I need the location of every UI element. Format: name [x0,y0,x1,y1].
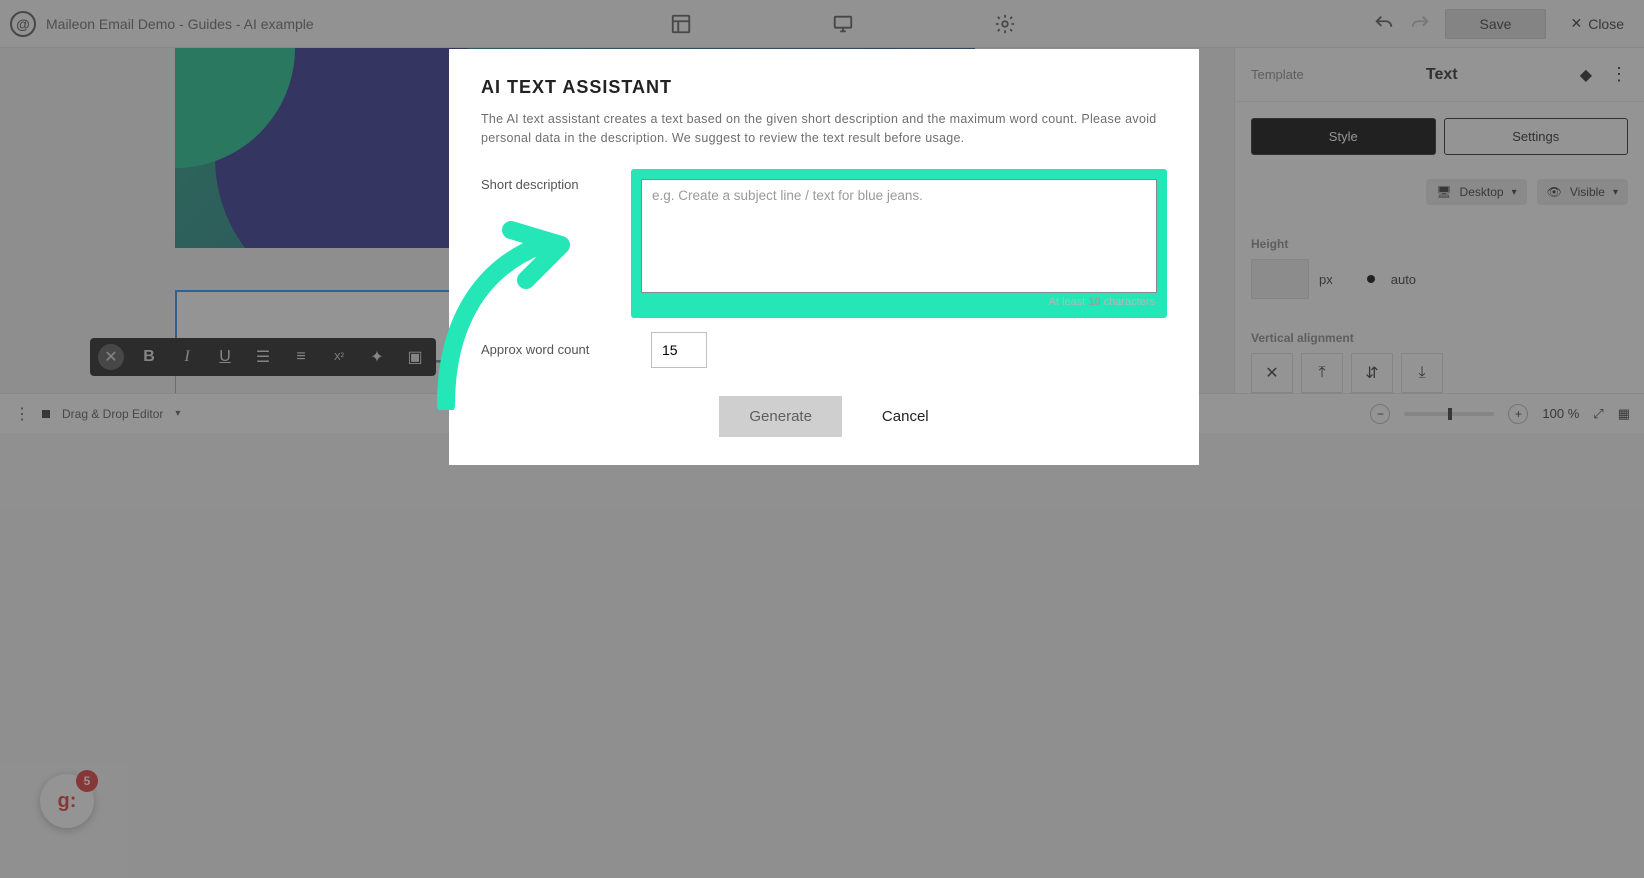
short-description-input[interactable] [641,179,1157,293]
word-count-label: Approx word count [481,342,651,357]
short-description-highlight: At least 10 characters [631,169,1167,318]
short-description-label: Short description [481,169,631,192]
word-count-input[interactable] [651,332,707,368]
modal-title: AI TEXT ASSISTANT [481,77,1167,98]
modal-description: The AI text assistant creates a text bas… [481,110,1167,149]
generate-button[interactable]: Generate [719,396,842,437]
ai-text-assistant-modal: AI TEXT ASSISTANT The AI text assistant … [449,49,1199,465]
char-hint: At least 10 characters [641,296,1157,308]
cancel-button[interactable]: Cancel [882,396,929,437]
